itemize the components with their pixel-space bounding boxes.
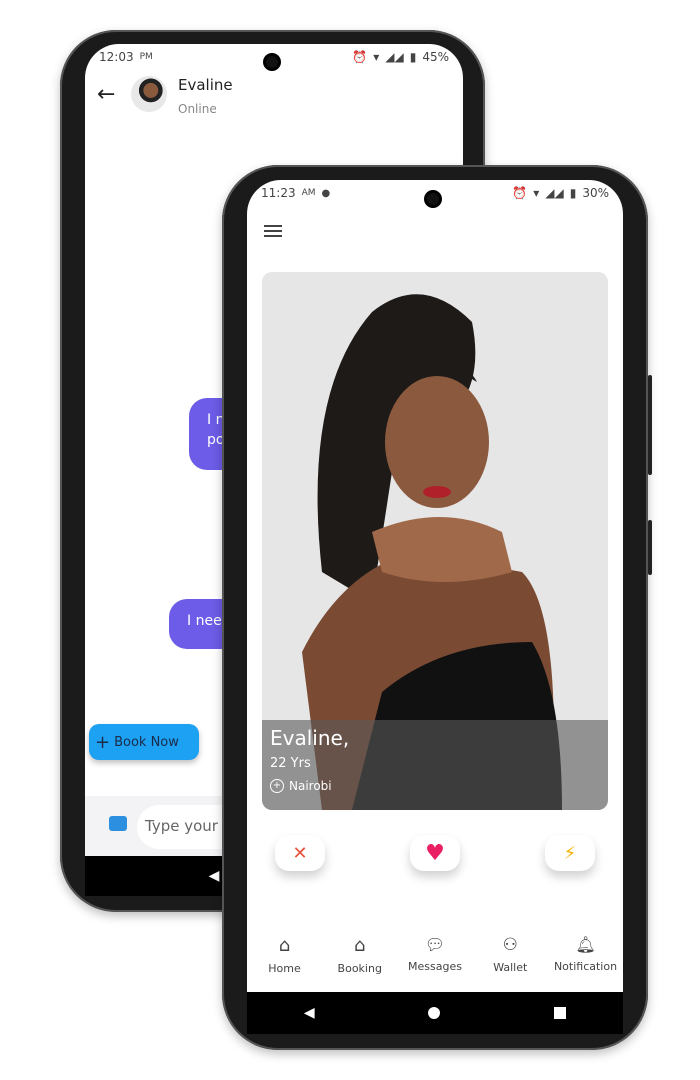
- lightning-icon: ⚡: [563, 842, 577, 864]
- status-icons: ⏰ ▾ ◢◢ ▮ 30%: [512, 186, 609, 200]
- home-icon: ⌂: [278, 935, 291, 956]
- alarm-icon: ⏰: [352, 50, 368, 64]
- user-icon: ⚇: [502, 935, 518, 955]
- bell-icon: 🔔︎: [575, 935, 596, 954]
- front-phone: 11:23 AM ● ⏰ ▾ ◢◢ ▮ 30% Evaline, 22 Yrs + Nairo…: [222, 165, 652, 1050]
- profile-overlay: Evaline, 22 Yrs + Nairobi: [262, 720, 608, 810]
- like-button[interactable]: ♥: [410, 835, 460, 871]
- nav-home-icon[interactable]: [428, 1007, 441, 1019]
- tab-label: Home: [268, 962, 301, 975]
- nav-back-icon[interactable]: ◀: [304, 1005, 315, 1021]
- alarm-icon: ⏰: [512, 186, 528, 200]
- location-label: Nairobi: [289, 779, 332, 793]
- dislike-button[interactable]: ✕: [275, 835, 325, 871]
- book-now-label: Book Now: [114, 734, 179, 750]
- back-button[interactable]: ←: [97, 82, 115, 107]
- tab-label: Messages: [408, 960, 462, 973]
- ampm: AM: [301, 188, 316, 198]
- time: 11:23: [261, 186, 296, 200]
- profile-age: 22 Yrs: [270, 756, 311, 771]
- tab-notification[interactable]: 🔔︎ Notification: [548, 935, 623, 975]
- nav-back-icon[interactable]: ◀: [209, 868, 220, 884]
- tab-home[interactable]: ⌂ Home: [247, 935, 322, 975]
- status-icons: ⏰ ▾ ◢◢ ▮ 45%: [352, 50, 449, 64]
- ampm: PM: [139, 52, 153, 62]
- tab-wallet[interactable]: ⚇ Wallet: [473, 935, 548, 975]
- chat-icon: 💬︎: [424, 935, 446, 954]
- signal-icon: ◢◢: [385, 50, 404, 64]
- contact-name: Evaline: [178, 76, 233, 94]
- system-nav-bar: ◀: [247, 992, 623, 1034]
- wifi-icon: ▾: [373, 50, 380, 64]
- input-placeholder: Type your: [145, 817, 218, 835]
- tab-label: Wallet: [493, 961, 528, 974]
- message-notification-icon: ●: [321, 187, 331, 199]
- camera: [263, 53, 281, 71]
- tab-booking[interactable]: ⌂ Booking: [322, 935, 397, 975]
- volume-button: [648, 375, 652, 475]
- battery-level: 45%: [422, 50, 449, 64]
- close-icon: ✕: [292, 842, 308, 864]
- heart-icon: ♥: [425, 840, 445, 866]
- camera-icon[interactable]: [109, 816, 127, 831]
- battery-icon: ▮: [569, 186, 577, 200]
- tab-label: Booking: [337, 962, 382, 975]
- tab-label: Notification: [553, 960, 618, 973]
- tab-messages[interactable]: 💬︎ Messages: [398, 935, 473, 975]
- signal-icon: ◢◢: [545, 186, 564, 200]
- camera: [424, 190, 442, 208]
- nav-recents-icon[interactable]: [554, 1007, 567, 1019]
- contact-presence: Online: [178, 102, 217, 116]
- book-now-button[interactable]: + Book Now: [89, 724, 199, 760]
- wifi-icon: ▾: [533, 186, 540, 200]
- time: 12:03: [99, 50, 134, 64]
- bottom-tab-bar: ⌂ Home ⌂ Booking 💬︎ Messages ⚇ Wallet 🔔︎ Noti…: [247, 935, 623, 975]
- menu-icon[interactable]: [264, 225, 282, 237]
- profile-card[interactable]: Evaline, 22 Yrs + Nairobi: [262, 272, 608, 810]
- boost-button[interactable]: ⚡: [545, 835, 595, 871]
- profile-name: Evaline,: [270, 726, 350, 750]
- home-icon: ⌂: [354, 935, 366, 956]
- status-time: 12:03 PM: [99, 50, 153, 64]
- location-icon: +: [270, 779, 284, 793]
- status-time: 11:23 AM ●: [261, 186, 330, 200]
- power-button: [648, 520, 652, 575]
- profile-location: + Nairobi: [270, 779, 600, 793]
- battery-level: 30%: [582, 186, 609, 200]
- battery-icon: ▮: [409, 50, 417, 64]
- discover-screen: 11:23 AM ● ⏰ ▾ ◢◢ ▮ 30% Evaline, 22 Yrs + Nairo…: [247, 180, 623, 992]
- plus-icon: +: [95, 731, 111, 753]
- avatar[interactable]: [131, 76, 167, 112]
